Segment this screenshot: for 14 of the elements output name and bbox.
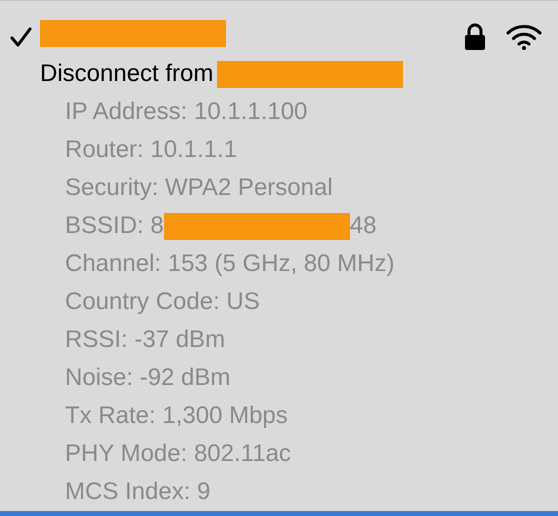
detail-text: 48 <box>350 214 376 238</box>
detail-text: Noise: -92 dBm <box>65 366 230 390</box>
detail-text: Tx Rate: 1,300 Mbps <box>65 404 288 428</box>
detail-text: PHY Mode: 802.11ac <box>65 442 291 466</box>
detail-text: MCS Index: 9 <box>65 480 210 504</box>
detail-text: BSSID: 8 <box>65 214 164 238</box>
wifi-icon <box>506 24 542 50</box>
detail-text: RSSI: -37 dBm <box>65 328 226 352</box>
disconnect-menu-item[interactable]: Disconnect from <box>40 62 214 86</box>
detail-text: Security: WPA2 Personal <box>65 176 333 200</box>
detail-text: Country Code: US <box>65 290 260 314</box>
detail-text: IP Address: 10.1.1.100 <box>65 100 308 124</box>
detail-text: Router: 10.1.1.1 <box>65 138 238 162</box>
detail-text: Channel: 153 (5 GHz, 80 MHz) <box>65 252 394 276</box>
